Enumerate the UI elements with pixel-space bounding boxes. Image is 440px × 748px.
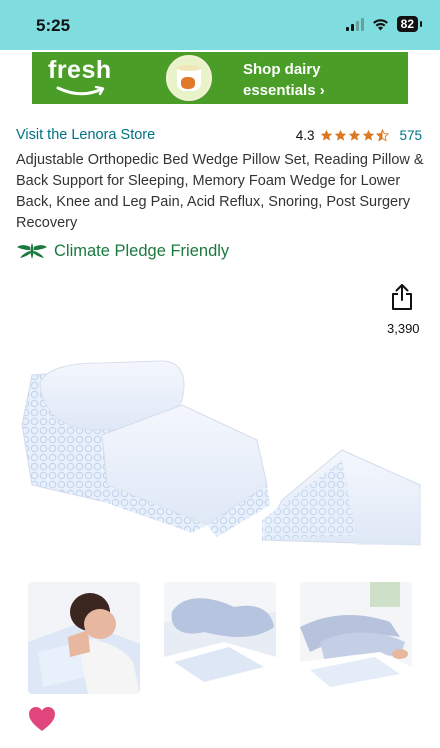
star-half-icon (376, 129, 390, 142)
share-count: 3,390 (387, 321, 420, 336)
banner-line-1: Shop dairy (243, 61, 321, 78)
pledge-label: Climate Pledge Friendly (54, 241, 230, 260)
rating[interactable]: 4.3 575 (296, 128, 422, 143)
fresh-banner[interactable]: fresh Shop dairy essentials › (32, 52, 408, 104)
share-icon[interactable] (390, 283, 414, 311)
fresh-logo: fresh (32, 52, 124, 104)
thumbnail-strip (28, 582, 412, 694)
climate-pledge-badge[interactable]: Climate Pledge Friendly (16, 240, 229, 262)
status-icons: 82 (345, 16, 423, 32)
star-full-icon (349, 129, 361, 141)
star-full-icon (335, 129, 347, 141)
dairy-product-image (166, 55, 212, 101)
banner-line-2: essentials › (243, 82, 325, 99)
wifi-icon (372, 18, 388, 30)
status-bar: 5:25 82 (0, 0, 440, 50)
fresh-logo-text: fresh (48, 56, 112, 84)
product-title: Adjustable Orthopedic Bed Wedge Pillow S… (16, 152, 424, 231)
battery-icon: 82 (396, 16, 423, 32)
thumbnail-2[interactable] (164, 582, 276, 694)
banner-text: Shop dairy essentials › (243, 59, 325, 101)
product-main-image[interactable] (12, 345, 432, 560)
smile-arrow-icon (56, 86, 105, 96)
signal-icon (345, 17, 364, 31)
star-full-icon (363, 129, 375, 141)
status-time: 5:25 (36, 16, 71, 35)
store-link[interactable]: Visit the Lenora Store (16, 127, 155, 143)
heart-icon[interactable] (28, 706, 56, 732)
rating-value: 4.3 (295, 128, 315, 143)
thumbnail-1[interactable] (28, 582, 140, 694)
climate-pledge-icon (17, 243, 47, 259)
star-full-icon (321, 129, 333, 141)
rating-stars (320, 129, 390, 142)
rating-count[interactable]: 575 (399, 128, 422, 143)
thumbnail-3[interactable] (300, 582, 412, 694)
